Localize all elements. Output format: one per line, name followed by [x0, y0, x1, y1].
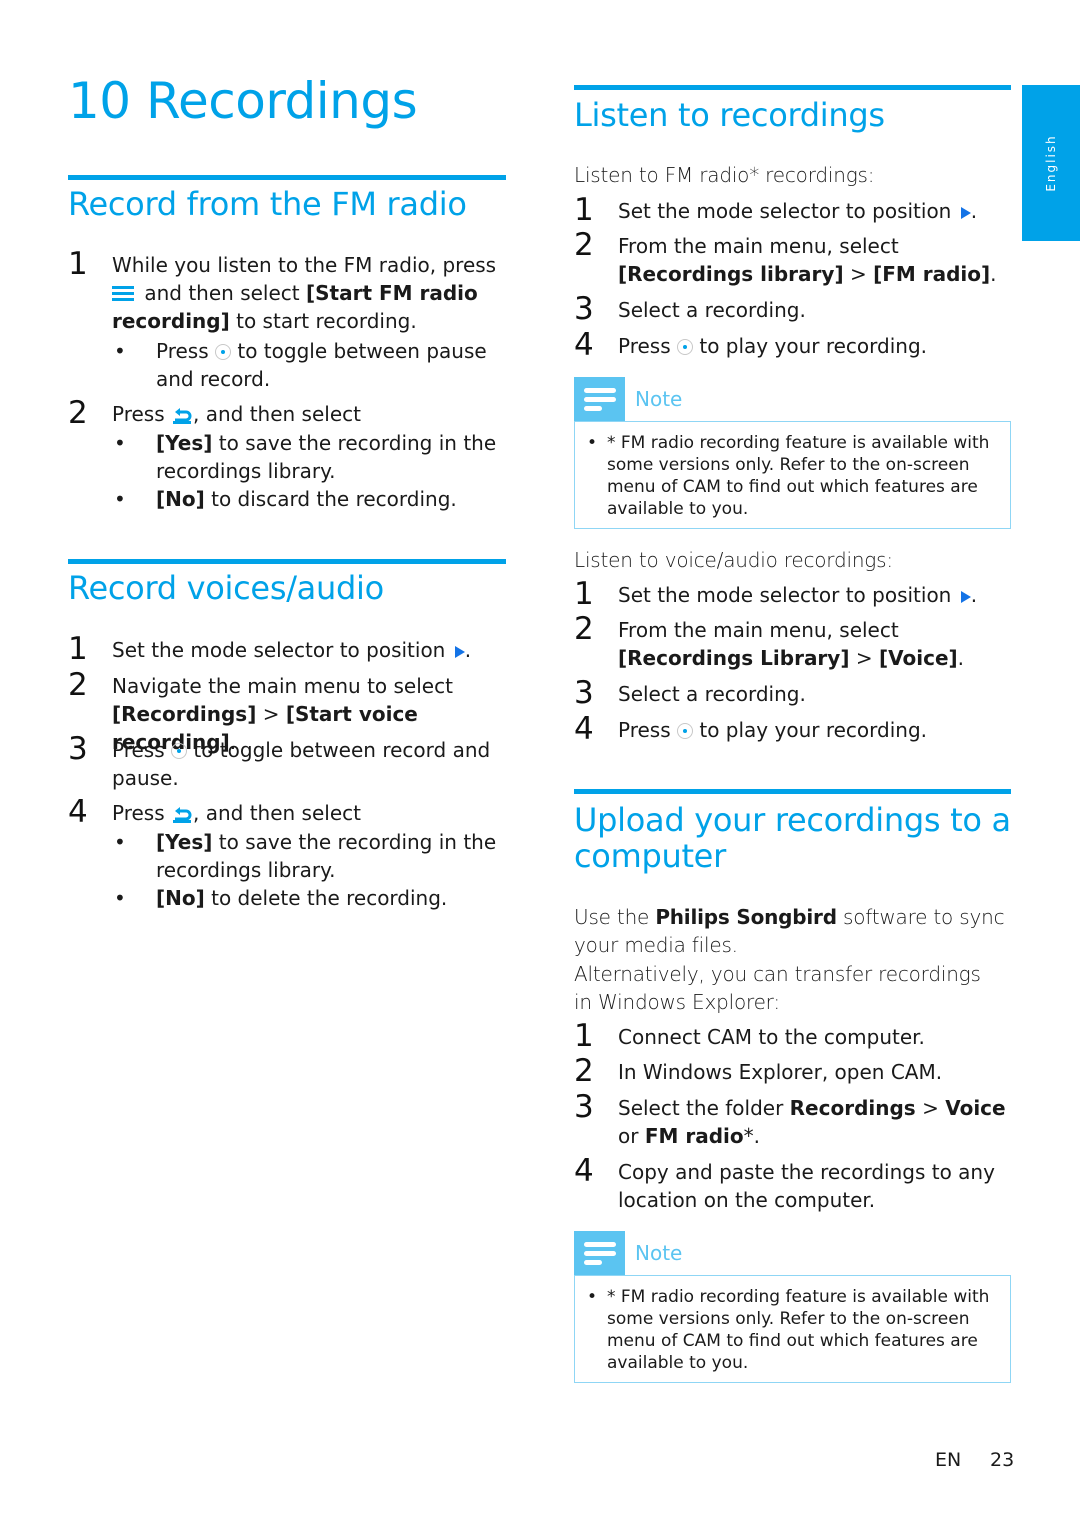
- note-box: Note • * FM radio recording feature is a…: [574, 377, 1011, 529]
- section-title-listen: Listen to recordings: [574, 96, 885, 134]
- section-rule: [574, 789, 1011, 794]
- page-number: 23: [990, 1449, 1015, 1471]
- voice-intro: Listen to voice/audio recordings:: [574, 548, 893, 572]
- section-rule: [68, 559, 506, 564]
- upload-intro-2: Alternatively, you can transfer recordin…: [574, 962, 981, 1014]
- note-label: Note: [635, 387, 683, 411]
- section-rule: [574, 85, 1011, 90]
- step-text: While you listen to the FM radio, press …: [112, 253, 497, 333]
- step-number: 1: [68, 246, 88, 282]
- play-icon: [960, 206, 971, 219]
- nav-button-icon: [677, 339, 693, 355]
- section-title-upload: Upload your recordings to a computer: [574, 801, 1011, 875]
- section-title-record-voices: Record voices/audio: [68, 569, 384, 607]
- menu-icon: [112, 286, 134, 302]
- play-icon: [454, 645, 465, 658]
- note-box: Note • * FM radio recording feature is a…: [574, 1231, 1011, 1383]
- note-text: * FM radio recording feature is availabl…: [607, 1287, 990, 1373]
- language-tab: English: [1022, 85, 1080, 241]
- note-icon: [574, 1231, 625, 1275]
- nav-button-icon: [677, 723, 693, 739]
- section-rule: [68, 175, 506, 180]
- upload-intro: Use the Philips Songbird software to syn…: [574, 905, 1005, 957]
- fm-intro: Listen to FM radio* recordings:: [574, 163, 875, 187]
- page-title: 10 Recordings: [68, 72, 418, 130]
- footer-language: EN: [935, 1449, 962, 1471]
- note-icon: [574, 377, 625, 421]
- play-icon: [960, 590, 971, 603]
- step-number: 2: [68, 395, 88, 431]
- back-icon: [173, 806, 192, 823]
- back-icon: [173, 407, 192, 424]
- nav-button-icon: [171, 743, 187, 759]
- nav-button-icon: [215, 344, 231, 360]
- note-label: Note: [635, 1241, 683, 1265]
- note-text: * FM radio recording feature is availabl…: [607, 433, 990, 519]
- section-title-record-fm: Record from the FM radio: [68, 185, 467, 223]
- language-tab-label: English: [1044, 134, 1058, 192]
